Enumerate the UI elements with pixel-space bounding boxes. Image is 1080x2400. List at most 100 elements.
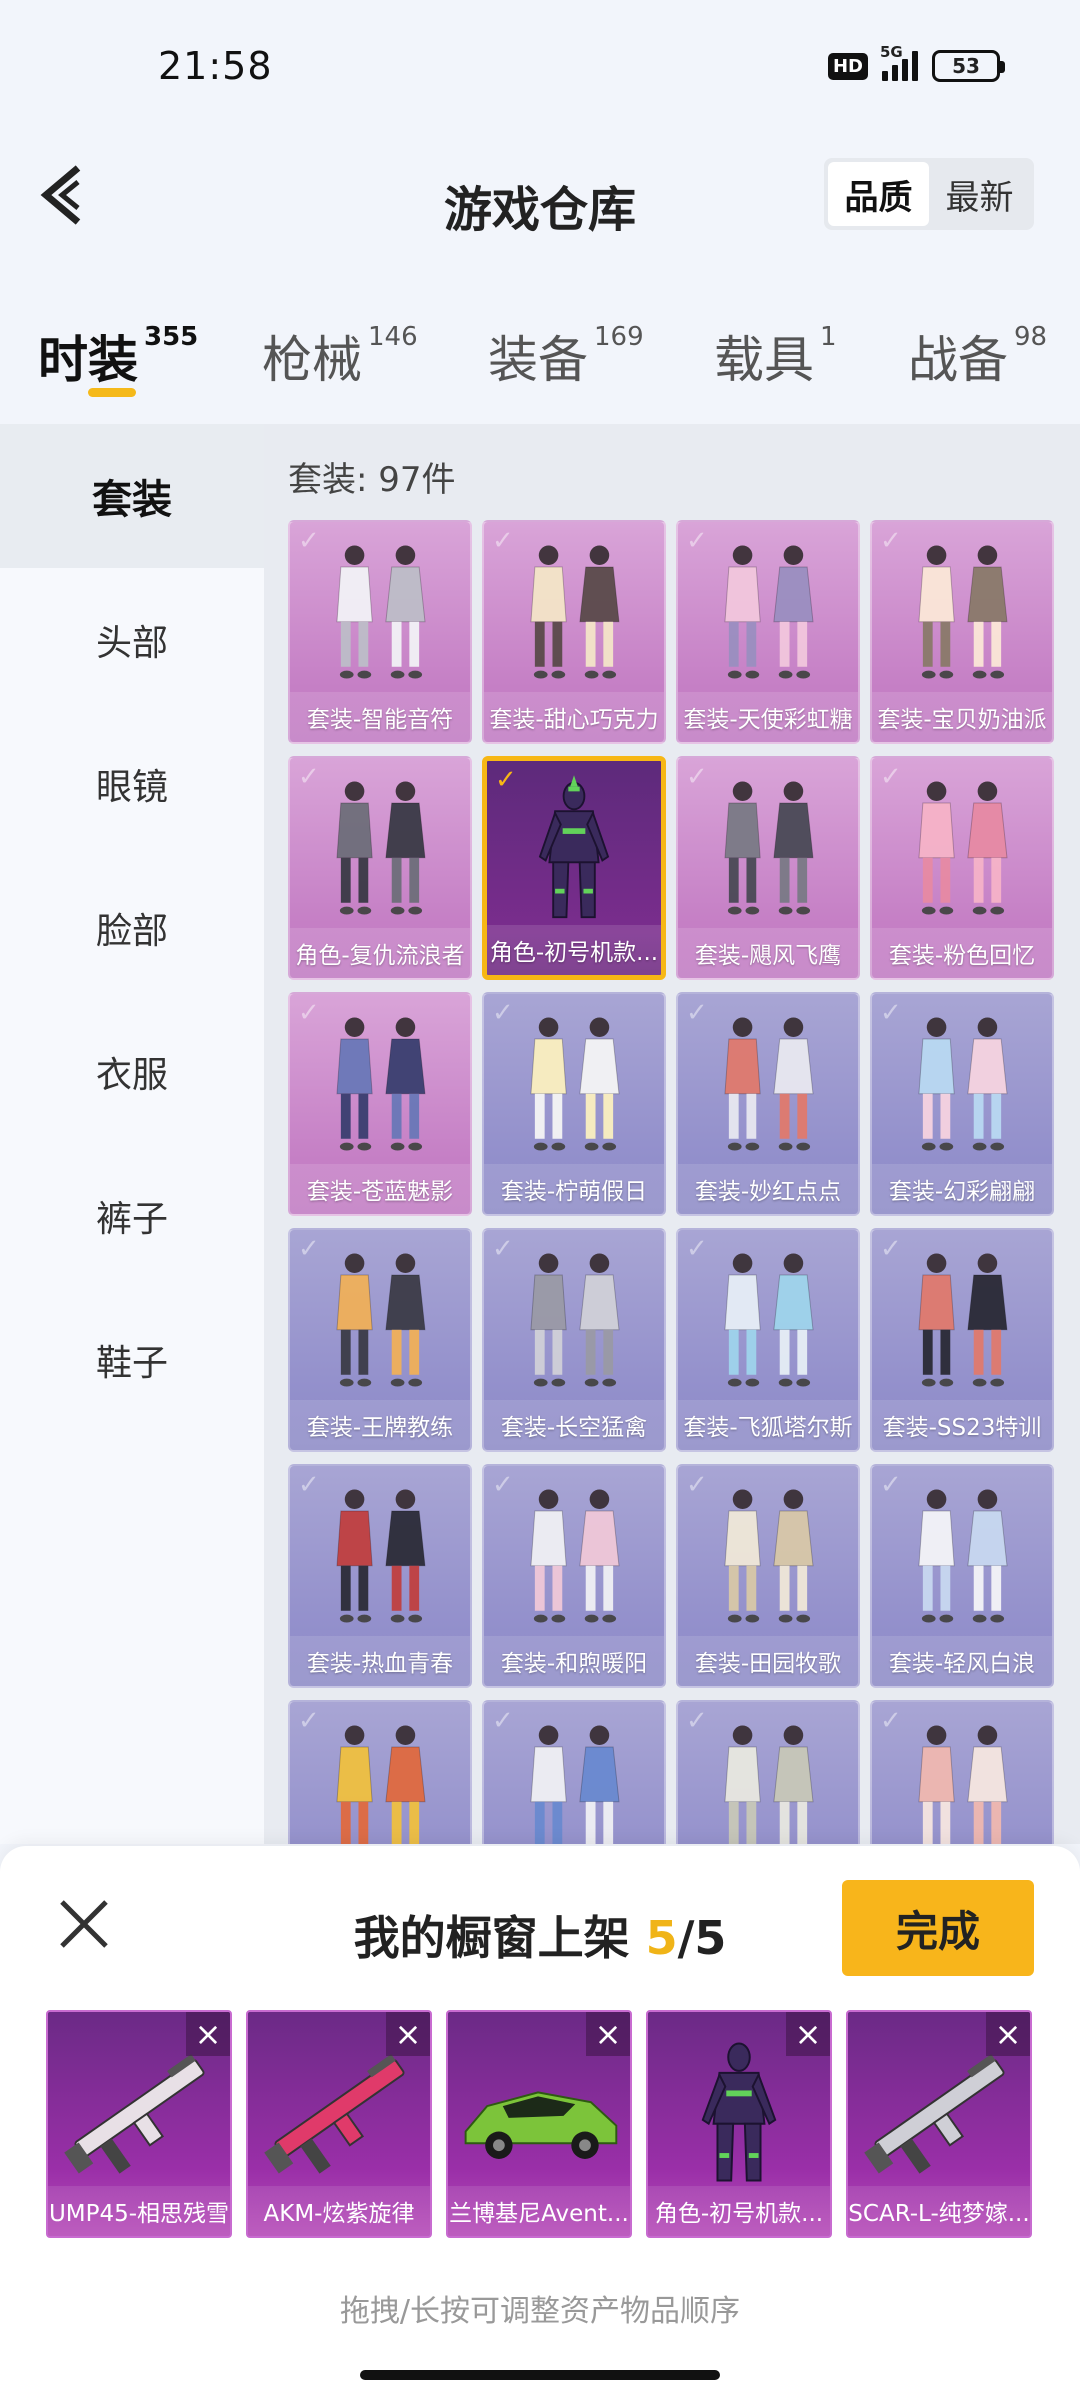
sort-latest-button[interactable]: 最新 bbox=[929, 162, 1030, 226]
outfit-image bbox=[290, 1004, 470, 1162]
outfit-label: 套装-妙红点点 bbox=[678, 1164, 858, 1214]
outfit-image bbox=[872, 1004, 1052, 1162]
outfit-card[interactable]: ✓ 套装-和煦暖阳 bbox=[482, 1464, 666, 1688]
showcase-item[interactable]: × AKM-炫紫旋律 bbox=[246, 2010, 432, 2238]
outfit-card[interactable]: ✓ 套装-热血青春 bbox=[288, 1464, 472, 1688]
outfit-image bbox=[872, 532, 1052, 690]
outfit-image bbox=[678, 1004, 858, 1162]
sidebar-item-clothes[interactable]: 衣服 bbox=[0, 1000, 264, 1144]
sidebar-item-outfit[interactable]: 套装 bbox=[0, 424, 264, 568]
tab-count: 1 bbox=[820, 322, 837, 352]
showcase-item-label: SCAR-L-纯梦嫁... bbox=[848, 2186, 1030, 2236]
outfit-card[interactable]: ✓ 套装-长空猛禽 bbox=[482, 1228, 666, 1452]
outfit-label: 套装-甜心巧克力 bbox=[484, 692, 664, 742]
sort-quality-button[interactable]: 品质 bbox=[828, 162, 929, 226]
showcase-total-count: /5 bbox=[677, 1911, 727, 1965]
outfit-label: 套装-热血青春 bbox=[290, 1636, 470, 1686]
tab-count: 169 bbox=[594, 322, 644, 352]
item-count: 套装: 97件 bbox=[288, 460, 456, 500]
tab-guns[interactable]: 枪械 146 bbox=[262, 320, 418, 392]
outfit-image bbox=[872, 768, 1052, 926]
item-grid-panel: 套装: 97件 ✓ 套装-智能音符 ✓ 套装-甜心巧克力 ✓ 套装-天使彩虹糖 ✓ 套装-宝贝… bbox=[264, 424, 1080, 1844]
outfit-label: 套装-田园牧歌 bbox=[678, 1636, 858, 1686]
outfit-card[interactable]: ✓ bbox=[870, 1700, 1054, 1844]
outfit-image bbox=[290, 532, 470, 690]
outfit-card[interactable]: ✓ 套装-飞狐塔尔斯 bbox=[676, 1228, 860, 1452]
tab-vehicles[interactable]: 载具 1 bbox=[714, 320, 837, 392]
outfit-card[interactable]: ✓ bbox=[288, 1700, 472, 1844]
outfit-image bbox=[872, 1712, 1052, 1844]
remove-icon[interactable]: × bbox=[786, 2012, 830, 2056]
outfit-card[interactable]: ✓ 套装-粉色回忆 bbox=[870, 756, 1054, 980]
showcase-current-count: 5 bbox=[645, 1911, 678, 1965]
outfit-label: 套装-飞狐塔尔斯 bbox=[678, 1400, 858, 1450]
outfit-card[interactable]: ✓ 套装-天使彩虹糖 bbox=[676, 520, 860, 744]
tab-count: 355 bbox=[144, 322, 199, 352]
status-bar: 21:58 HD 5G 53 bbox=[0, 0, 1080, 130]
network-type: 5G bbox=[880, 43, 903, 61]
showcase-item[interactable]: × UMP45-相思残雪 bbox=[46, 2010, 232, 2238]
outfit-image bbox=[290, 1476, 470, 1634]
status-time: 21:58 bbox=[158, 44, 273, 88]
outfit-card[interactable]: ✓ bbox=[676, 1700, 860, 1844]
outfit-card[interactable]: ✓ 套装-妙红点点 bbox=[676, 992, 860, 1216]
showcase-item-image bbox=[448, 2036, 630, 2186]
sidebar-item-glasses[interactable]: 眼镜 bbox=[0, 712, 264, 856]
showcase-item-image bbox=[248, 2036, 430, 2186]
tab-label: 战备 bbox=[908, 331, 1008, 389]
outfit-label: 套装-宝贝奶油派 bbox=[872, 692, 1052, 742]
outfit-card[interactable]: ✓ 套装-幻彩翩翩 bbox=[870, 992, 1054, 1216]
tab-supplies[interactable]: 战备 98 bbox=[908, 320, 1047, 392]
showcase-item-label: 角色-初号机款... bbox=[648, 2186, 830, 2236]
outfit-label: 套装-苍蓝魅影 bbox=[290, 1164, 470, 1214]
outfit-label: 角色-复仇流浪者 bbox=[290, 928, 470, 978]
showcase-title-text: 我的橱窗上架 bbox=[353, 1911, 630, 1965]
remove-icon[interactable]: × bbox=[586, 2012, 630, 2056]
showcase-item[interactable]: × 角色-初号机款... bbox=[646, 2010, 832, 2238]
outfit-card[interactable]: ✓ 套装-轻风白浪 bbox=[870, 1464, 1054, 1688]
outfit-card[interactable]: ✓ 套装-王牌教练 bbox=[288, 1228, 472, 1452]
showcase-item-image bbox=[48, 2036, 230, 2186]
outfit-card[interactable]: ✓ 套装-宝贝奶油派 bbox=[870, 520, 1054, 744]
outfit-card[interactable]: ✓ 套装-苍蓝魅影 bbox=[288, 992, 472, 1216]
remove-icon[interactable]: × bbox=[986, 2012, 1030, 2056]
outfit-card[interactable]: ✓ bbox=[482, 1700, 666, 1844]
home-indicator[interactable] bbox=[360, 2370, 720, 2380]
outfit-label: 套装-柠萌假日 bbox=[484, 1164, 664, 1214]
outfit-card[interactable]: ✓ 角色-复仇流浪者 bbox=[288, 756, 472, 980]
outfit-card[interactable]: ✓ 角色-初号机款... bbox=[482, 756, 666, 980]
outfit-image bbox=[872, 1240, 1052, 1398]
tab-equipment[interactable]: 装备 169 bbox=[488, 320, 644, 392]
sidebar-item-face[interactable]: 脸部 bbox=[0, 856, 264, 1000]
outfit-image bbox=[484, 532, 664, 690]
sidebar-item-shoes[interactable]: 鞋子 bbox=[0, 1288, 264, 1432]
outfit-image bbox=[678, 1712, 858, 1844]
outfit-card[interactable]: ✓ 套装-柠萌假日 bbox=[482, 992, 666, 1216]
remove-icon[interactable]: × bbox=[186, 2012, 230, 2056]
showcase-item[interactable]: × 兰博基尼Avent... bbox=[446, 2010, 632, 2238]
outfit-card[interactable]: ✓ 套装-田园牧歌 bbox=[676, 1464, 860, 1688]
sort-toggle: 品质 最新 bbox=[824, 158, 1034, 230]
showcase-item-label: AKM-炫紫旋律 bbox=[248, 2186, 430, 2236]
hd-icon: HD bbox=[827, 52, 868, 80]
app-header: 游戏仓库 品质 最新 bbox=[0, 140, 1080, 250]
sidebar-item-head[interactable]: 头部 bbox=[0, 568, 264, 712]
tab-label: 载具 bbox=[714, 331, 814, 389]
tab-fashion[interactable]: 时装 355 bbox=[38, 320, 198, 392]
outfit-image bbox=[290, 768, 470, 926]
outfit-image bbox=[678, 768, 858, 926]
sidebar-item-pants[interactable]: 裤子 bbox=[0, 1144, 264, 1288]
outfit-image bbox=[290, 1712, 470, 1844]
drag-hint: 拖拽/长按可调整资产物品顺序 bbox=[339, 2294, 741, 2329]
outfit-card[interactable]: ✓ 套装-甜心巧克力 bbox=[482, 520, 666, 744]
active-tab-indicator bbox=[88, 388, 136, 397]
outfit-image bbox=[290, 1240, 470, 1398]
remove-icon[interactable]: × bbox=[386, 2012, 430, 2056]
outfit-card[interactable]: ✓ 套装-SS23特训 bbox=[870, 1228, 1054, 1452]
done-button[interactable]: 完成 bbox=[842, 1880, 1034, 1976]
outfit-image bbox=[872, 1476, 1052, 1634]
sidebar: 套装 头部 眼镜 脸部 衣服 裤子 鞋子 bbox=[0, 424, 264, 1844]
outfit-card[interactable]: ✓ 套装-飓风飞鹰 bbox=[676, 756, 860, 980]
showcase-item[interactable]: × SCAR-L-纯梦嫁... bbox=[846, 2010, 1032, 2238]
outfit-card[interactable]: ✓ 套装-智能音符 bbox=[288, 520, 472, 744]
